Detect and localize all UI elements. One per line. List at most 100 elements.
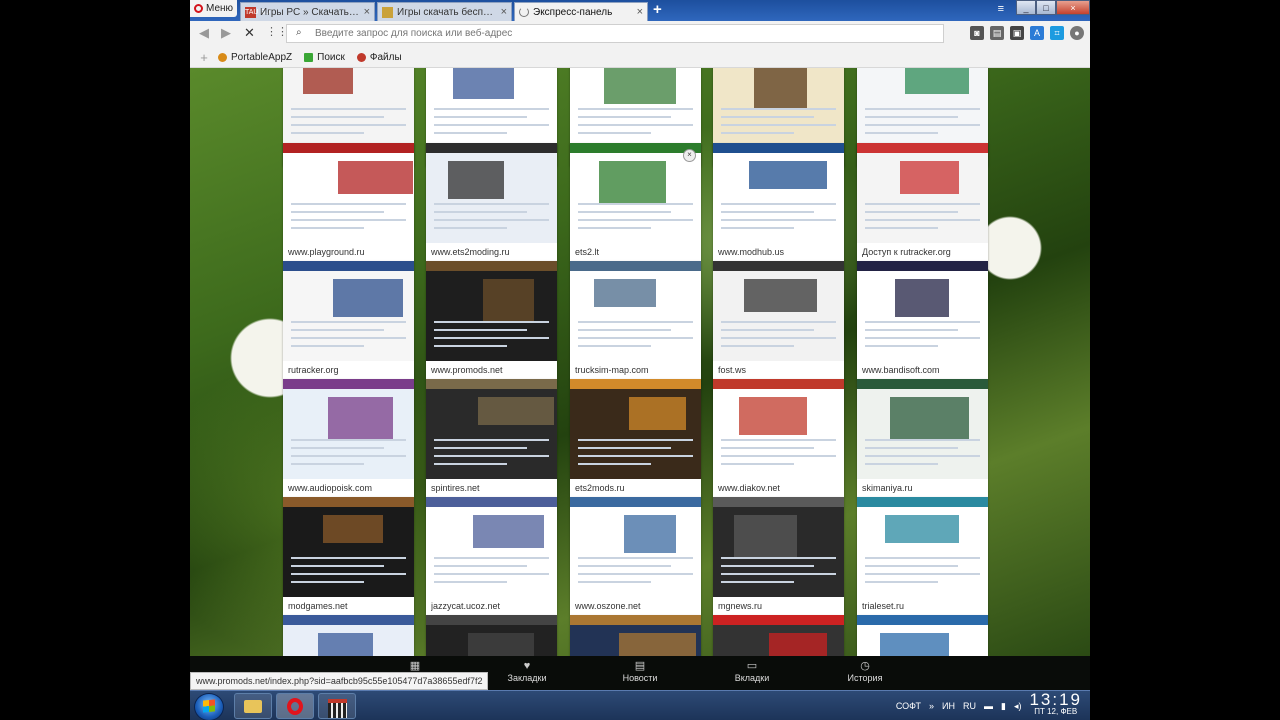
speed-dial-tile[interactable]	[713, 615, 844, 656]
bookmarks-button[interactable]: ♥ Закладки	[487, 659, 567, 683]
new-tab-icon[interactable]: +	[653, 1, 662, 18]
tray-label-in[interactable]: ИН	[942, 701, 955, 711]
toolbar-extensions: ◙ ▤ ▣ A ⌗ ●	[970, 26, 1084, 40]
tile-close-icon[interactable]: ×	[683, 149, 696, 162]
speed-dial-tile[interactable]: www.diakov.net	[713, 379, 844, 497]
flag-icon[interactable]: ▬	[984, 701, 993, 711]
tile-thumbnail	[570, 143, 701, 243]
tab-label: Экспресс-панель	[533, 6, 613, 18]
speed-dial-grid-button[interactable]: ▦	[375, 659, 455, 673]
history-button[interactable]: ◷ История	[825, 659, 905, 683]
clock[interactable]: 13:19 ПТ 12, ФЕВ	[1029, 691, 1082, 718]
tile-thumbnail	[857, 143, 988, 243]
start-button[interactable]	[194, 693, 224, 720]
back-icon[interactable]: ◀	[199, 25, 209, 41]
snapshot-icon[interactable]: ⌗	[1050, 26, 1064, 40]
tile-thumbnail	[713, 615, 844, 656]
devices-icon: ▭	[746, 660, 758, 672]
speed-dial-panel: dreamprogs.netzaycev.netsorus.ucoz.rustr…	[190, 68, 1090, 656]
speed-dial-tile[interactable]	[857, 615, 988, 656]
tile-thumbnail	[283, 68, 414, 148]
account-icon[interactable]: ●	[1070, 26, 1084, 40]
speed-dial-tile[interactable]: www.audiopoisk.com	[283, 379, 414, 497]
speed-dial-tile[interactable]: modgames.net	[283, 497, 414, 615]
speed-dial-tile[interactable]: trucksim-map.com	[570, 261, 701, 379]
address-toolbar: ◀ ▶ ✕ ⋮⋮ ⌕ ◙ ▤ ▣ A ⌗ ●	[190, 21, 1090, 48]
tile-label: ets2.lt	[575, 247, 600, 257]
speed-dial-tile[interactable]	[426, 615, 557, 656]
speed-dial-tile[interactable]: spintires.net	[426, 379, 557, 497]
stop-icon[interactable]: ✕	[244, 25, 255, 41]
speed-dial-tile[interactable]: fost.ws	[713, 261, 844, 379]
tab-menu-icon[interactable]: ≡	[998, 3, 1004, 15]
opera-menu-button[interactable]: Меню	[190, 0, 237, 17]
tray-label-ru[interactable]: RU	[963, 701, 976, 711]
bottom-bar-label: Вкладки	[734, 673, 770, 683]
screen: Меню TAU SU Игры PC » Скачать беспл × Иг…	[190, 0, 1090, 720]
speed-dial-tile[interactable]: jazzycat.ucoz.net	[426, 497, 557, 615]
close-tab-icon[interactable]: ×	[364, 6, 370, 18]
speed-dial-tile[interactable]: trialeset.ru	[857, 497, 988, 615]
speed-dial-tile[interactable]	[283, 615, 414, 656]
tile-thumbnail	[857, 68, 988, 148]
tabs-button[interactable]: ▭ Вкладки	[712, 659, 792, 683]
speed-dial-tile[interactable]: mgnews.ru	[713, 497, 844, 615]
speed-dial-tile[interactable]: www.oszone.net	[570, 497, 701, 615]
speed-dial-tile[interactable]: www.ets2moding.ru	[426, 143, 557, 261]
window-controls: _ □ ×	[1016, 0, 1090, 15]
tile-thumbnail	[570, 497, 701, 597]
speed-dial-tile[interactable]: Доступ к rutracker.org	[857, 143, 988, 261]
tab-igry-skachat[interactable]: Игры скачать бесплатно ×	[377, 2, 512, 21]
tile-thumbnail	[570, 615, 701, 656]
speed-dial-tile[interactable]: skimaniya.ru	[857, 379, 988, 497]
bookmark-poisk[interactable]: Поиск	[304, 52, 345, 63]
tile-thumbnail	[570, 261, 701, 361]
tab-speed-dial[interactable]: Экспресс-панель ×	[514, 2, 648, 21]
tab-strip: Меню TAU SU Игры PC » Скачать беспл × Иг…	[190, 0, 1090, 21]
address-bar[interactable]: ⌕	[286, 24, 944, 43]
explorer-taskbar-button[interactable]	[234, 693, 272, 719]
tile-label: ets2mods.ru	[575, 483, 625, 493]
speed-dial-tile[interactable]: www.playground.ru	[283, 143, 414, 261]
speed-dial-tile[interactable]: www.modhub.us	[713, 143, 844, 261]
speed-dial-tile[interactable]: www.promods.net	[426, 261, 557, 379]
speed-dial-tile[interactable]: rutracker.org	[283, 261, 414, 379]
bookmark-portableappz[interactable]: PortableAppZ	[218, 52, 292, 63]
close-window-icon[interactable]: ×	[1056, 0, 1090, 15]
tab-igry-pc[interactable]: TAU SU Игры PC » Скачать беспл ×	[240, 2, 375, 21]
news-button[interactable]: ▤ Новости	[600, 659, 680, 683]
tile-label: www.diakov.net	[718, 483, 780, 493]
speed-dial-grid-icon[interactable]: ⋮⋮	[266, 25, 288, 38]
video-editor-taskbar-button[interactable]	[318, 693, 356, 719]
speed-dial-tile[interactable]: ets2.lt ×	[570, 143, 701, 261]
maximize-icon[interactable]: □	[1036, 0, 1056, 15]
speed-dial-tile[interactable]: ets2mods.ru	[570, 379, 701, 497]
add-bookmark-icon[interactable]: +	[190, 50, 218, 65]
forward-icon[interactable]: ▶	[221, 25, 231, 41]
tile-thumbnail	[283, 143, 414, 243]
tile-thumbnail	[857, 615, 988, 656]
speed-dial-tile[interactable]	[570, 615, 701, 656]
translate-icon[interactable]: A	[1030, 26, 1044, 40]
chevron-icon[interactable]: »	[929, 701, 934, 711]
tray-label-soft[interactable]: СОФТ	[896, 701, 921, 711]
search-icon: ⌕	[296, 27, 302, 38]
tile-label: skimaniya.ru	[862, 483, 913, 493]
extension-icon[interactable]: ▣	[1010, 26, 1024, 40]
tile-label: mgnews.ru	[718, 601, 763, 611]
bottom-bar-label: Закладки	[507, 673, 547, 683]
camera-icon[interactable]: ◙	[970, 26, 984, 40]
tile-label: www.promods.net	[431, 365, 503, 375]
clock-icon: ◷	[860, 660, 870, 672]
speed-dial-tile[interactable]: www.bandisoft.com	[857, 261, 988, 379]
opera-taskbar-button[interactable]	[276, 693, 314, 719]
network-icon[interactable]: ▮	[1001, 701, 1006, 712]
bookmark-faily[interactable]: Файлы	[356, 52, 402, 63]
lock-icon[interactable]: ▤	[990, 26, 1004, 40]
tile-thumbnail	[713, 261, 844, 361]
address-input[interactable]	[313, 27, 917, 40]
close-tab-icon[interactable]: ×	[501, 6, 507, 18]
close-tab-icon[interactable]: ×	[637, 6, 643, 18]
speaker-icon[interactable]: ◂)	[1014, 701, 1022, 712]
minimize-icon[interactable]: _	[1016, 0, 1036, 15]
